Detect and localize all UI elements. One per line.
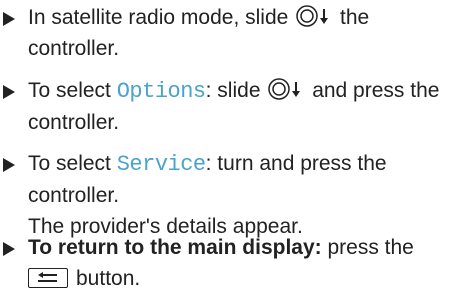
step-3-text-pre: To select [28,152,111,175]
step-4-text-post: button. [76,267,141,290]
instruction-step-1: In satellite radio mode, slide the contr… [0,2,460,64]
service-menu-item: Service [116,152,206,177]
triangle-bullet-icon [0,232,16,263]
step-4-text-mid: press the [327,236,414,259]
instruction-step-3: To select Service: turn and press the co… [0,148,460,242]
options-menu-item: Options [116,79,206,104]
step-1-text-pre: In satellite radio mode, slide [28,6,289,29]
triangle-bullet-icon [0,2,16,33]
step-4-heading: To return to the main display: [28,236,322,259]
step-2-text-pre: To select [28,79,111,102]
controller-slide-down-icon [296,5,332,27]
instruction-step-2: To select Options: slide and press the c… [0,75,460,138]
triangle-bullet-icon [0,75,16,106]
triangle-bullet-icon [0,148,16,179]
controller-slide-down-icon [268,78,304,100]
step-2-text-mid: : slide [205,79,261,102]
back-button-icon [28,268,68,288]
instruction-step-4: To return to the main display: press the… [0,232,460,294]
